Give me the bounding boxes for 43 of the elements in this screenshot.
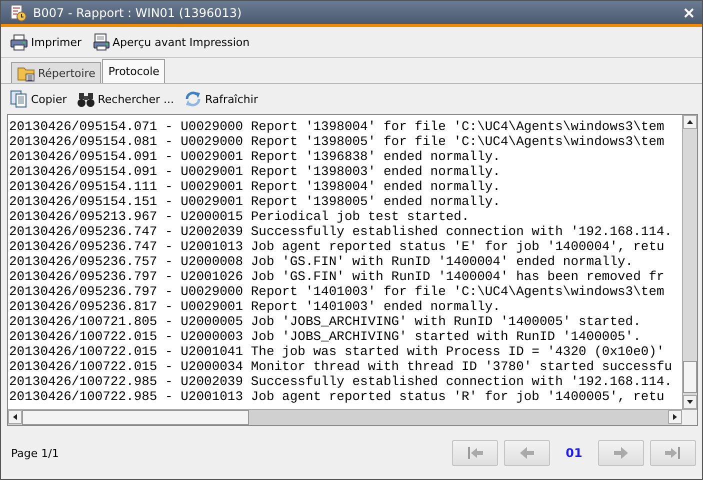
left-arrow-icon [518,444,536,462]
report-clock-icon [9,4,27,22]
printer-page-icon [92,33,110,51]
page-label: Page 1/1 [11,446,59,460]
toolbar-button[interactable]: Imprimer [7,31,85,53]
log-line: 20130426/100722.015 - U2001041 The job was started with Process ID = '4320 (0x10e0)' [9,344,666,359]
vertical-scrollbar[interactable] [682,115,697,409]
close-icon[interactable] [684,8,694,18]
log-line: 20130426/095236.797 - U0029000 Report '1401003' for file 'C:\UC4\Agents\windows3\tem [9,284,666,299]
log-line: 20130426/100722.015 - U2000034 Monitor thread with thread ID '3780' started successfu [9,359,674,374]
log-line: 20130426/095154.111 - U0029001 Report '1398004' ended normally. [9,179,502,194]
log-line: 20130426/095154.071 - U0029000 Report '1398004' for file 'C:\UC4\Agents\windows3\tem [9,119,666,134]
log-line: 20130426/095154.151 - U0029001 Report '1398005' ended normally. [9,194,502,209]
log-line: 20130426/100722.985 - U2001013 Job agent reported status 'R' for job '1400005', retu [9,389,666,404]
page-number: 01 [564,446,584,460]
scrollbar-corner [682,410,697,425]
log-toolbar-button[interactable]: Rafraîchir [181,88,261,110]
documents-icon [10,90,28,108]
log-line: 20130426/095213.967 - U2000015 Periodical job test started. [9,209,470,224]
log-line: 20130426/095154.091 - U0029001 Report '1396838' ended normally. [9,149,502,164]
horizontal-scrollbar[interactable] [8,410,682,425]
log-line: 20130426/100722.985 - U2002039 Successfully established connection with '192.168.114. [9,374,674,389]
tab[interactable]: Répertoire [11,62,102,83]
last-page-arrow-icon [664,444,682,462]
toolbar-button[interactable]: Aperçu avant Impression [88,31,253,53]
binoculars-icon [76,90,95,108]
log-line: 20130426/095236.797 - U2001026 Job 'GS.FIN' with RunID '1400004' has been removed fr [9,269,666,284]
refresh-arrows-icon [184,90,202,108]
log-line: 20130426/100722.015 - U2000003 Job 'JOBS_ARCHIVING' started with RunID '1400005'. [9,329,642,344]
log-line: 20130426/095236.817 - U0029001 Report '1401003' ended normally. [9,299,502,314]
log-line: 20130426/100721.805 - U2000005 Job 'JOBS_ARCHIVING' with RunID '1400005' started. [9,314,642,329]
printer-icon [10,33,28,51]
log-toolbar-button[interactable]: Rechercher ... [74,88,178,110]
log-line: 20130426/095154.081 - U0029000 Report '1398005' for file 'C:\UC4\Agents\windows3\tem [9,134,666,149]
right-arrow-icon [612,444,630,462]
tab[interactable]: Protocole [102,59,166,83]
first-page-arrow-icon [466,444,484,462]
log-line: 20130426/095154.091 - U0029001 Report '1398003' ended normally. [9,164,502,179]
log-line: 20130426/095236.747 - U2001013 Job agent reported status 'E' for job '1400004', retu [9,239,666,254]
log-line: 20130426/095236.747 - U2002039 Successfully established connection with '192.168.114. [9,224,674,239]
log-line: 20130426/095236.757 - U2000008 Job 'GS.FIN' with RunID '1400004' ended normally. [9,254,634,269]
window-title: B007 - Rapport : WIN01 (1396013) [33,6,243,20]
log-toolbar-button[interactable]: Copier [7,88,70,110]
